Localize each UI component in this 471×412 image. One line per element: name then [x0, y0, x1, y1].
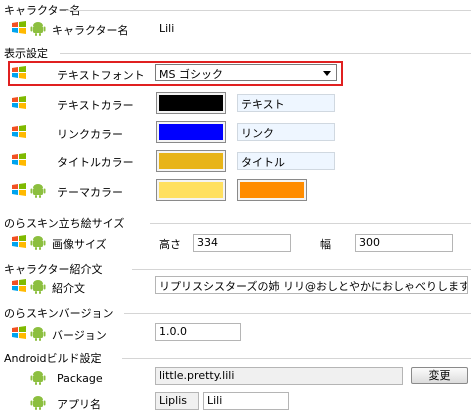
- character-name-label: キャラクター名: [52, 24, 129, 37]
- divider: [132, 269, 471, 270]
- text-color-swatch[interactable]: [156, 92, 226, 114]
- group-title-android: Androidビルド設定: [4, 352, 102, 365]
- group-title-standing-image: のらスキン立ち絵サイズ: [4, 217, 125, 230]
- title-color-label: タイトルカラー: [57, 156, 134, 169]
- link-color-fill: [159, 124, 223, 140]
- android-robot-icon: [30, 396, 46, 410]
- link-color-swatch[interactable]: [156, 121, 226, 143]
- app-name-label: アプリ名: [57, 398, 101, 411]
- chevron-down-icon: [323, 71, 331, 76]
- windows-flag-icon: [12, 125, 26, 138]
- height-label: 高さ: [159, 238, 181, 251]
- theme-color-swatch-1[interactable]: [156, 179, 226, 201]
- link-color-preview: リンク: [237, 123, 335, 141]
- app-name-input[interactable]: Lili: [203, 392, 289, 410]
- theme-color-swatch-2[interactable]: [237, 179, 307, 201]
- text-font-label: テキストフォント: [57, 69, 145, 82]
- package-label: Package: [57, 372, 103, 385]
- height-input[interactable]: 334: [193, 234, 291, 252]
- title-color-preview: タイトル: [237, 152, 335, 170]
- windows-flag-icon: [12, 183, 26, 196]
- group-title-display: 表示設定: [4, 47, 48, 60]
- android-robot-icon: [30, 236, 46, 250]
- package-input[interactable]: little.pretty.lili: [155, 367, 403, 385]
- divider: [122, 358, 471, 359]
- windows-flag-icon: [12, 279, 26, 292]
- width-input[interactable]: 300: [355, 234, 453, 252]
- app-name-prefix: Liplis: [155, 392, 199, 410]
- text-font-value: MS ゴシック: [159, 68, 223, 81]
- divider: [124, 313, 471, 314]
- character-name-value: Lili: [159, 22, 175, 35]
- group-title-version: のらスキンバージョン: [4, 307, 114, 320]
- android-robot-icon: [30, 280, 46, 294]
- change-package-button[interactable]: 変更: [411, 367, 468, 384]
- title-color-swatch[interactable]: [156, 150, 226, 172]
- divider: [150, 223, 471, 224]
- android-robot-icon: [30, 184, 46, 198]
- android-robot-icon: [30, 22, 46, 36]
- windows-flag-icon: [12, 326, 26, 339]
- windows-flag-icon: [12, 96, 26, 109]
- title-color-fill: [159, 153, 223, 169]
- theme-color-fill-1: [159, 182, 223, 198]
- windows-flag-icon: [12, 21, 26, 34]
- text-font-dropdown[interactable]: MS ゴシック: [155, 64, 337, 81]
- android-robot-icon: [30, 327, 46, 341]
- text-color-preview: テキスト: [237, 94, 335, 112]
- text-color-label: テキストカラー: [57, 99, 134, 112]
- image-size-label: 画像サイズ: [52, 238, 107, 251]
- windows-flag-icon: [12, 153, 26, 166]
- intro-label: 紹介文: [52, 282, 85, 295]
- divider: [60, 53, 471, 54]
- theme-color-fill-2: [240, 182, 304, 198]
- link-color-label: リンクカラー: [57, 128, 123, 141]
- width-label: 幅: [320, 238, 331, 251]
- version-input[interactable]: 1.0.0: [155, 323, 241, 341]
- intro-input[interactable]: リプリスシスターズの姉 リリ@おしとやかにおしゃべりします。: [155, 276, 468, 294]
- theme-color-label: テーマカラー: [57, 186, 123, 199]
- windows-flag-icon: [12, 235, 26, 248]
- windows-flag-icon: [12, 66, 26, 79]
- text-color-fill: [159, 95, 223, 111]
- divider: [66, 10, 471, 11]
- android-robot-icon: [30, 371, 46, 385]
- group-title-intro: キャラクター紹介文: [4, 263, 103, 276]
- version-label: バージョン: [52, 329, 107, 342]
